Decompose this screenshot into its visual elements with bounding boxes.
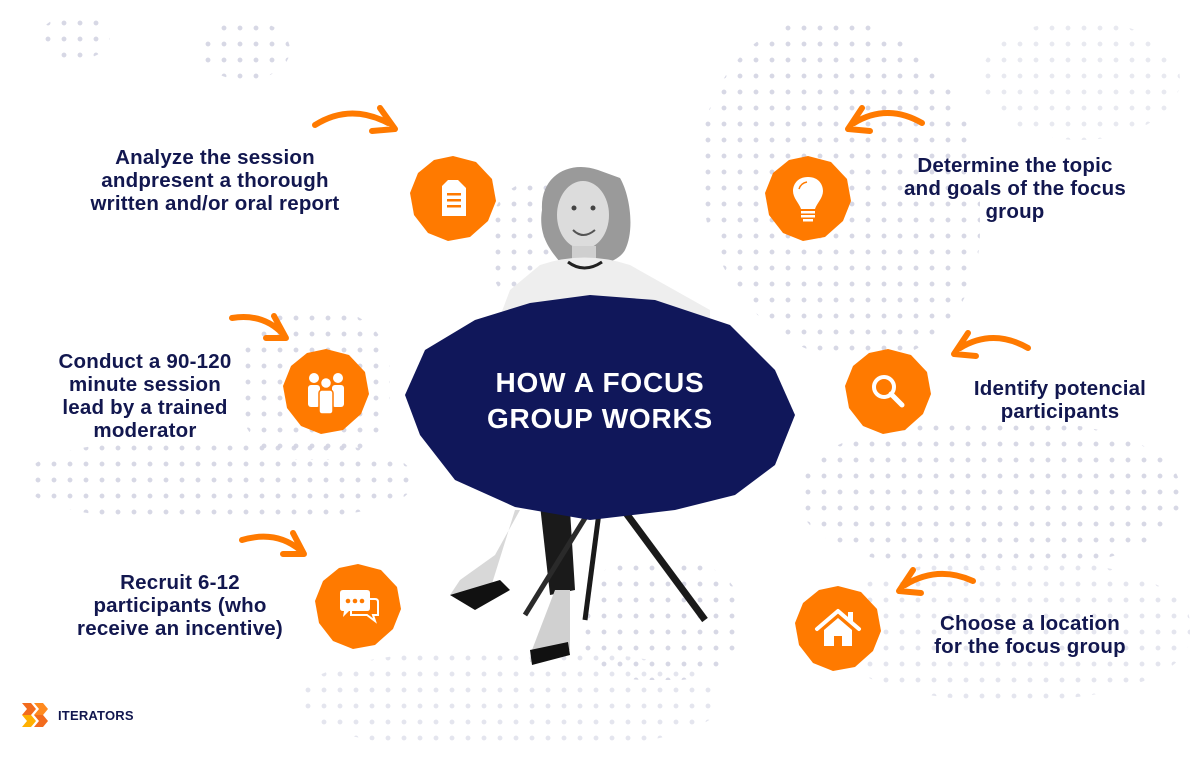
iterators-logo-icon [22,703,48,727]
document-icon [442,180,466,216]
step-identify-text: Identify potencial participants [945,377,1175,423]
main-title: HOW A FOCUS GROUP WORKS [405,365,795,437]
step-recruit-text: Recruit 6-12 participants (who receive a… [55,571,305,640]
dot-pattern [40,15,110,60]
step-conduct-text: Conduct a 90-120 minute session lead by … [25,350,265,442]
step-line: Choose a location [940,612,1120,635]
arrow-icon [896,567,976,596]
title-line-2: GROUP WORKS [486,403,714,434]
step-line: written and/or oral report [90,192,340,215]
arrow-icon [239,530,307,557]
step-line: receive an incentive) [77,617,283,640]
step-analyze-text: Analyze the session andpresent a thoroug… [50,146,380,215]
step-choose-badge [795,585,881,671]
iterators-logo: ITERATORS [22,703,134,727]
arrow-icon [845,105,925,134]
step-line: minute session [68,373,222,396]
step-choose-text: Choose a location for the focus group [905,612,1155,658]
step-recruit-badge [315,563,401,649]
arrow-icon [312,105,398,134]
step-identify-badge [845,348,931,434]
step-line: and goals of the focus [904,177,1126,200]
dot-pattern [980,20,1180,140]
title-line-1: HOW A FOCUS [495,367,705,398]
step-determine-badge [765,155,851,241]
step-line: lead by a trained [62,396,228,419]
step-determine-text: Determine the topic and goals of the foc… [875,154,1155,223]
step-line: Conduct a 90-120 [58,350,232,373]
step-line: for the focus group [934,635,1126,658]
step-line: Recruit 6-12 [120,571,240,594]
dot-pattern [800,420,1180,570]
step-line: andpresent a thorough [101,169,329,192]
arrow-icon [951,330,1031,359]
step-line: Identify potencial [973,377,1147,400]
step-line: Analyze the session [115,146,315,169]
step-conduct-badge [283,348,369,434]
logo-text: ITERATORS [58,707,134,723]
step-line: Determine the topic [917,154,1113,177]
dot-pattern [200,20,290,80]
step-line: participants (who [93,594,267,617]
step-analyze-badge [410,155,496,241]
step-line: group [985,200,1045,223]
dot-pattern [30,440,410,520]
step-line: moderator [93,419,197,442]
arrow-icon [229,313,289,341]
step-line: participants [1000,400,1120,423]
